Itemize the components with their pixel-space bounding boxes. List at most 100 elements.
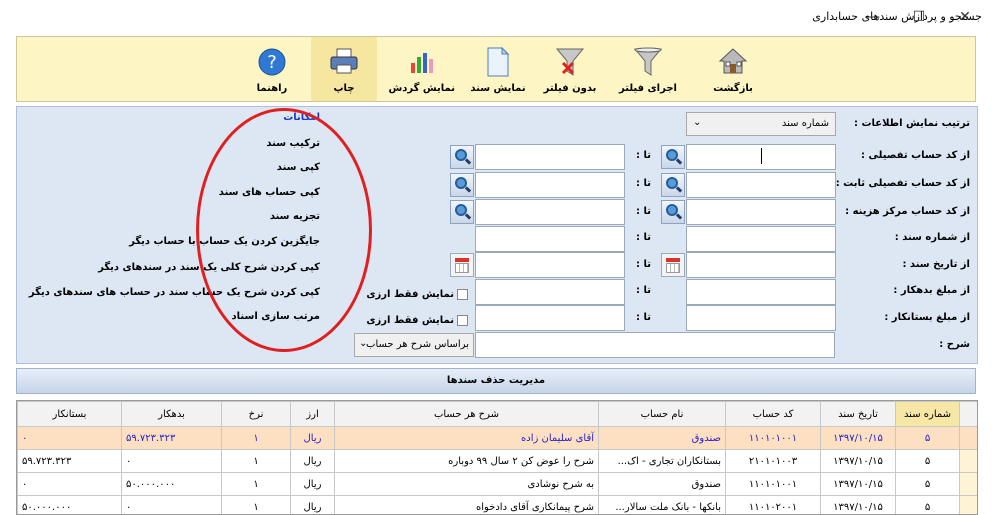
- col-header-line-description[interactable]: شرح هر حساب: [334, 401, 599, 427]
- col-header-debit[interactable]: بدهکار: [121, 401, 222, 427]
- doc-date-from-input[interactable]: [686, 252, 836, 278]
- date-from-calendar-button[interactable]: [661, 253, 685, 277]
- fixed-account-label: از کد حساب تفصیلی ثابت :: [835, 178, 970, 189]
- chart-icon: [408, 47, 436, 78]
- credit-to-label: تا :: [636, 312, 651, 323]
- cell-credit: ۰: [17, 472, 122, 496]
- maximize-button[interactable]: ☐: [910, 8, 928, 26]
- cell-credit: ۵۹.۷۲۳.۳۲۳: [17, 449, 122, 473]
- cell-line-description: آقای سلیمان زاده: [334, 426, 599, 450]
- col-header-doc-date[interactable]: تاریخ سند: [820, 401, 896, 427]
- cell-debit: ۵۹.۷۲۳.۳۲۳: [121, 426, 222, 450]
- col-header-rate[interactable]: نرخ: [221, 401, 291, 427]
- cell-rate: ۱: [221, 495, 291, 514]
- table-row[interactable]: ۰ ۵۹.۷۲۳.۳۲۳ ۱ ریال آقای سلیمان زاده صندوق ۱۱۰…: [17, 426, 977, 450]
- manage-delete-documents-bar[interactable]: مدیریت حذف سندها: [16, 368, 976, 394]
- cell-line-description: شرح پیمانکاری آقای دادخواه: [334, 495, 599, 514]
- fixed-account-from-search-button[interactable]: [661, 173, 685, 197]
- close-button[interactable]: ✕: [956, 8, 974, 26]
- row-selector[interactable]: [959, 449, 977, 473]
- calendar-icon: [455, 258, 469, 262]
- detail-account-to-input[interactable]: [475, 144, 625, 170]
- row-selector-header: [959, 401, 977, 427]
- col-header-account-name[interactable]: نام حساب: [598, 401, 726, 427]
- cell-doc-date: ۱۳۹۷/۱۰/۱۵: [820, 449, 896, 473]
- funnel-icon: [633, 47, 663, 80]
- cost-center-to-search-button[interactable]: [450, 200, 474, 224]
- toolbar: بازگشت اجرای فیلتر بدون فیلتر نمایش سند …: [16, 36, 976, 102]
- show-document-label: نمایش سند: [470, 83, 526, 94]
- show-document-button[interactable]: نمایش سند: [465, 37, 531, 101]
- doc-date-to-label: تا :: [636, 259, 651, 270]
- help-button[interactable]: ? راهنما: [239, 37, 305, 101]
- description-input[interactable]: [475, 332, 835, 358]
- sort-dropdown[interactable]: شماره سند ⌄: [686, 112, 836, 136]
- cell-account-name: بستانکاران تجاری - اک...: [598, 449, 726, 473]
- col-header-account-code[interactable]: کد حساب: [725, 401, 821, 427]
- doc-number-label: از شماره سند :: [894, 232, 970, 243]
- run-filter-button[interactable]: اجرای فیلتر: [615, 37, 681, 101]
- documents-table: بستانکار بدهکار نرخ ارز شرح هر حساب نام حساب ک…: [17, 401, 977, 514]
- debit-from-input[interactable]: [686, 279, 836, 305]
- doc-number-to-input[interactable]: [475, 226, 625, 252]
- fixed-account-from-input[interactable]: [686, 172, 836, 198]
- doc-number-to-label: تا :: [636, 232, 651, 243]
- cell-doc-date: ۱۳۹۷/۱۰/۱۵: [820, 472, 896, 496]
- sort-label: ترتیب نمایش اطلاعات :: [853, 118, 970, 129]
- cell-credit: ۰: [17, 426, 122, 450]
- minimize-button[interactable]: —: [864, 8, 882, 26]
- debit-currency-only-checkbox[interactable]: [457, 289, 468, 300]
- credit-currency-only-checkbox[interactable]: [457, 315, 468, 326]
- annotation-ellipse: [196, 108, 372, 352]
- cell-account-name: بانکها - بانک ملت سالار...: [598, 495, 726, 514]
- cell-account-name: صندوق: [598, 426, 726, 450]
- cell-doc-date: ۱۳۹۷/۱۰/۱۵: [820, 495, 896, 514]
- back-button[interactable]: بازگشت: [700, 37, 766, 101]
- debit-to-input[interactable]: [475, 279, 625, 305]
- doc-number-from-input[interactable]: [686, 226, 836, 252]
- funnel-clear-icon: [555, 47, 585, 80]
- table-row[interactable]: ۵۰.۰۰۰.۰۰۰ ۰ ۱ ریال شرح پیمانکاری آقای دادخو…: [17, 495, 977, 514]
- detail-account-from-search-button[interactable]: [661, 145, 685, 169]
- table-row[interactable]: ۵۹.۷۲۳.۳۲۳ ۰ ۱ ریال شرح را عوض کن ۲ سال ۹۹ د…: [17, 449, 977, 473]
- title-bar: جستجو و پردازش سندهای حسابداری — ☐ ✕: [0, 0, 994, 34]
- cell-doc-number: ۵: [895, 449, 960, 473]
- printer-icon: [329, 47, 359, 78]
- cell-account-code: ۲۱۰۱۰۱۰۰۳: [725, 449, 821, 473]
- credit-to-input[interactable]: [475, 305, 625, 331]
- print-button[interactable]: چاپ: [311, 37, 377, 101]
- clear-filter-label: بدون فیلتر: [543, 83, 597, 94]
- cell-account-code: ۱۱۰۱۰۲۰۰۱: [725, 495, 821, 514]
- cell-currency: ریال: [290, 472, 335, 496]
- show-turnover-button[interactable]: نمایش گردش: [388, 37, 455, 101]
- row-selector[interactable]: [959, 426, 977, 450]
- cell-doc-number: ۵: [895, 495, 960, 514]
- detail-account-from-input[interactable]: [686, 144, 836, 170]
- col-header-doc-number[interactable]: شماره سند: [895, 401, 960, 427]
- sort-value: شماره سند: [781, 118, 829, 129]
- fixed-account-to-input[interactable]: [475, 172, 625, 198]
- row-selector[interactable]: [959, 472, 977, 496]
- cost-center-to-input[interactable]: [475, 199, 625, 225]
- doc-date-to-input[interactable]: [475, 252, 625, 278]
- table-row[interactable]: ۰ ۵۰.۰۰۰.۰۰۰ ۱ ریال به شرح نوشادی صندوق ۱۱۰۱۰۱…: [17, 472, 977, 496]
- cell-rate: ۱: [221, 426, 291, 450]
- col-header-credit[interactable]: بستانکار: [17, 401, 122, 427]
- credit-amount-label: از مبلغ بستانکار :: [884, 312, 970, 323]
- detail-account-to-search-button[interactable]: [450, 145, 474, 169]
- print-label: چاپ: [333, 83, 355, 94]
- run-filter-label: اجرای فیلتر: [619, 83, 677, 94]
- date-to-calendar-button[interactable]: [450, 253, 474, 277]
- col-header-currency[interactable]: ارز: [290, 401, 335, 427]
- cell-credit: ۵۰.۰۰۰.۰۰۰: [17, 495, 122, 514]
- fixed-account-to-search-button[interactable]: [450, 173, 474, 197]
- credit-from-input[interactable]: [686, 305, 836, 331]
- clear-filter-button[interactable]: بدون فیلتر: [537, 37, 603, 101]
- description-mode-dropdown[interactable]: براساس شرح هر حساب ⌄: [354, 333, 474, 357]
- cost-center-from-input[interactable]: [686, 199, 836, 225]
- help-icon: ?: [257, 47, 287, 80]
- svg-text:?: ?: [267, 52, 277, 73]
- cell-line-description: شرح را عوض کن ۲ سال ۹۹ دوباره: [334, 449, 599, 473]
- cost-center-from-search-button[interactable]: [661, 200, 685, 224]
- row-selector[interactable]: [959, 495, 977, 514]
